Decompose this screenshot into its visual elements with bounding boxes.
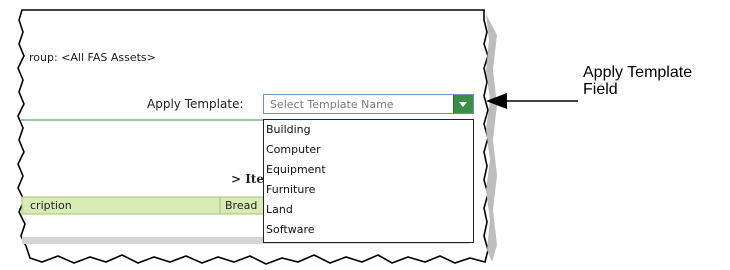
column-header-breadcrumb[interactable]: Bread <box>225 199 257 212</box>
apply-template-label: Apply Template: <box>147 97 244 111</box>
apply-template-select[interactable]: Select Template Name <box>263 94 474 114</box>
callout-line-2: Field <box>583 81 618 98</box>
template-dropdown-list: Building Computer Equipment Furniture La… <box>263 119 474 243</box>
dropdown-option-computer[interactable]: Computer <box>266 141 321 159</box>
chevron-down-icon[interactable] <box>453 95 473 113</box>
callout-line-1: Apply Template <box>583 64 693 81</box>
dropdown-option-furniture[interactable]: Furniture <box>266 181 315 199</box>
section-title: > Ite <box>231 172 265 186</box>
screenshot-excerpt: roup: <All FAS Assets> Apply Template: S… <box>0 0 730 270</box>
column-header-description[interactable]: cription <box>30 199 72 212</box>
dropdown-option-building[interactable]: Building <box>266 121 311 139</box>
asset-group-label: roup: <All FAS Assets> <box>29 51 156 64</box>
dropdown-option-land[interactable]: Land <box>266 201 293 219</box>
dropdown-option-equipment[interactable]: Equipment <box>266 161 326 179</box>
callout-annotation: Apply Template Field <box>583 64 692 98</box>
dropdown-option-software[interactable]: Software <box>266 221 315 239</box>
edge-shadow <box>486 14 497 262</box>
select-placeholder: Select Template Name <box>270 98 394 111</box>
